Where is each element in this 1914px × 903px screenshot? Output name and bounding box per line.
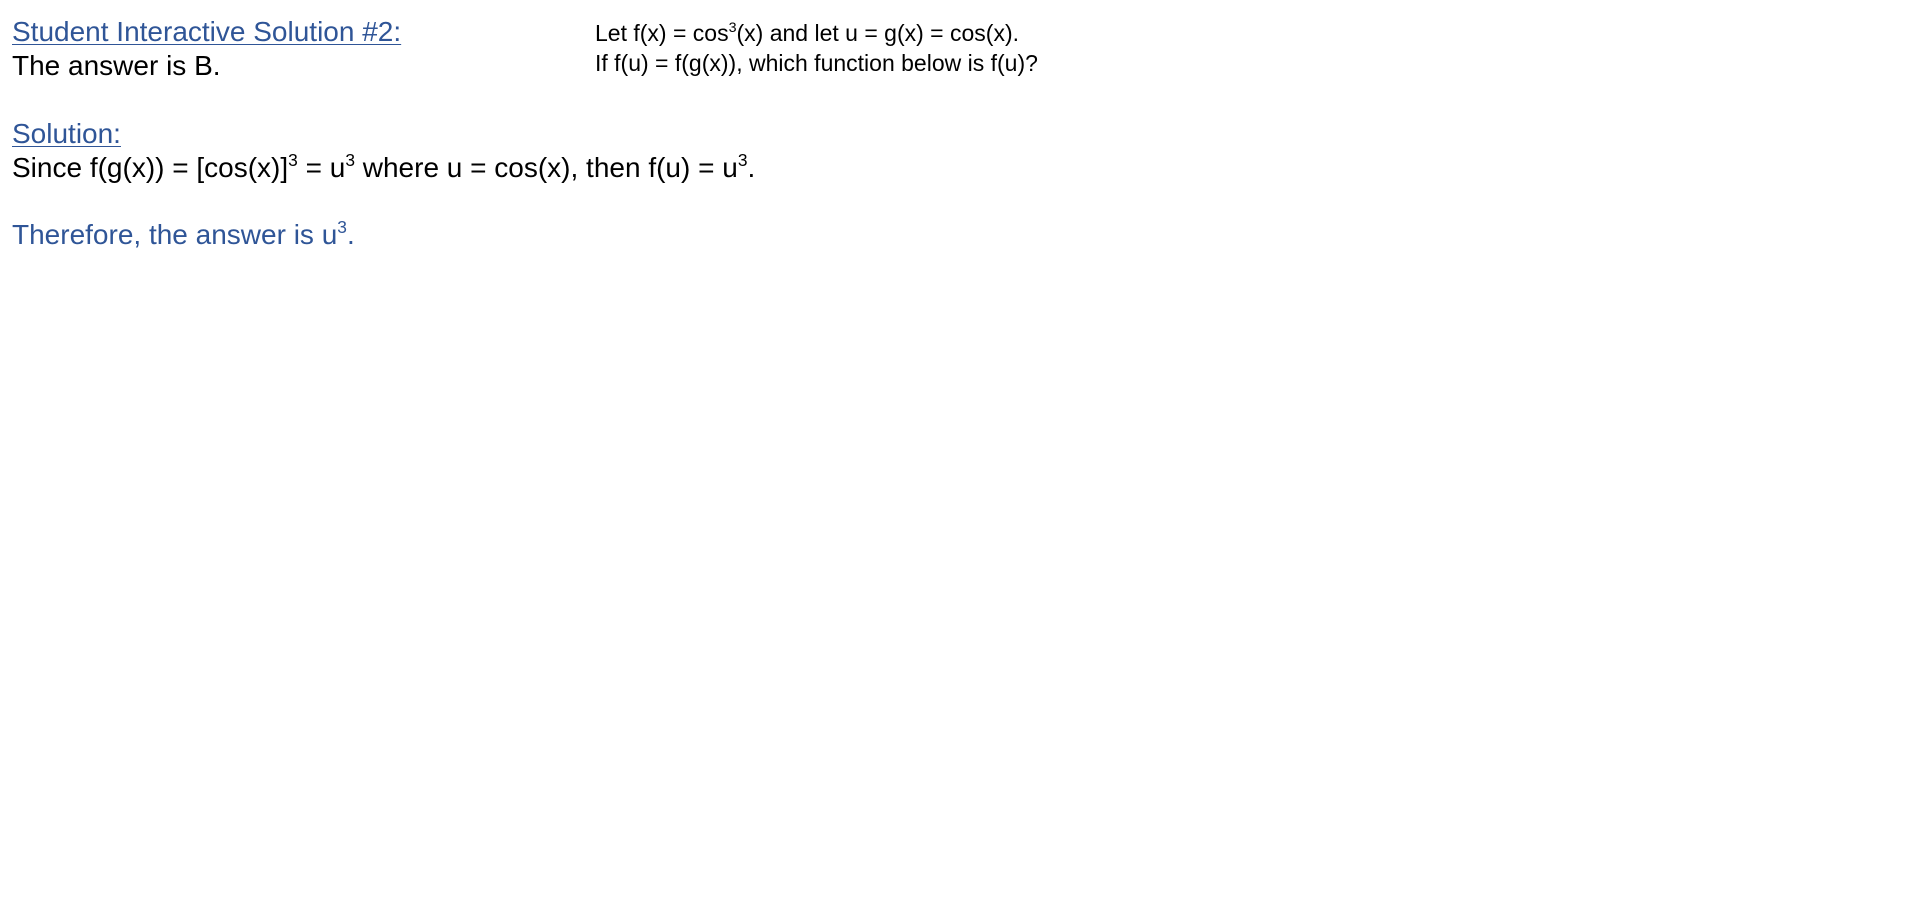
solution-heading-link[interactable]: Solution: [12,120,121,148]
problem-statement-line-2: If f(u) = f(g(x)), which function below … [595,50,1038,76]
exponent: 3 [288,149,298,170]
explanation-text: Since f(g(x)) = [cos(x)] [12,152,289,183]
explanation-text: = u [297,152,346,183]
conclusion-text: Therefore, the answer is u [12,219,338,250]
conclusion-text: . [346,219,355,250]
exponent: 3 [728,19,737,36]
exponent: 3 [337,216,347,237]
solution-title-link[interactable]: Student Interactive Solution #2: [12,18,401,46]
problem-text: (x) and let u = g(x) = cos(x). [736,20,1019,46]
solution-conclusion: Therefore, the answer is u3. [12,218,355,250]
exponent: 3 [737,149,748,170]
exponent: 3 [345,149,355,170]
explanation-text: . [747,152,756,183]
solution-explanation: Since f(g(x)) = [cos(x)]3 = u3 where u =… [12,151,756,183]
explanation-text: where u = cos(x), then f(u) = u [354,152,738,183]
answer-statement: The answer is B. [12,50,221,81]
problem-text: Let f(x) = cos [595,20,729,46]
problem-statement-line-1: Let f(x) = cos3(x) and let u = g(x) = co… [595,19,1019,46]
